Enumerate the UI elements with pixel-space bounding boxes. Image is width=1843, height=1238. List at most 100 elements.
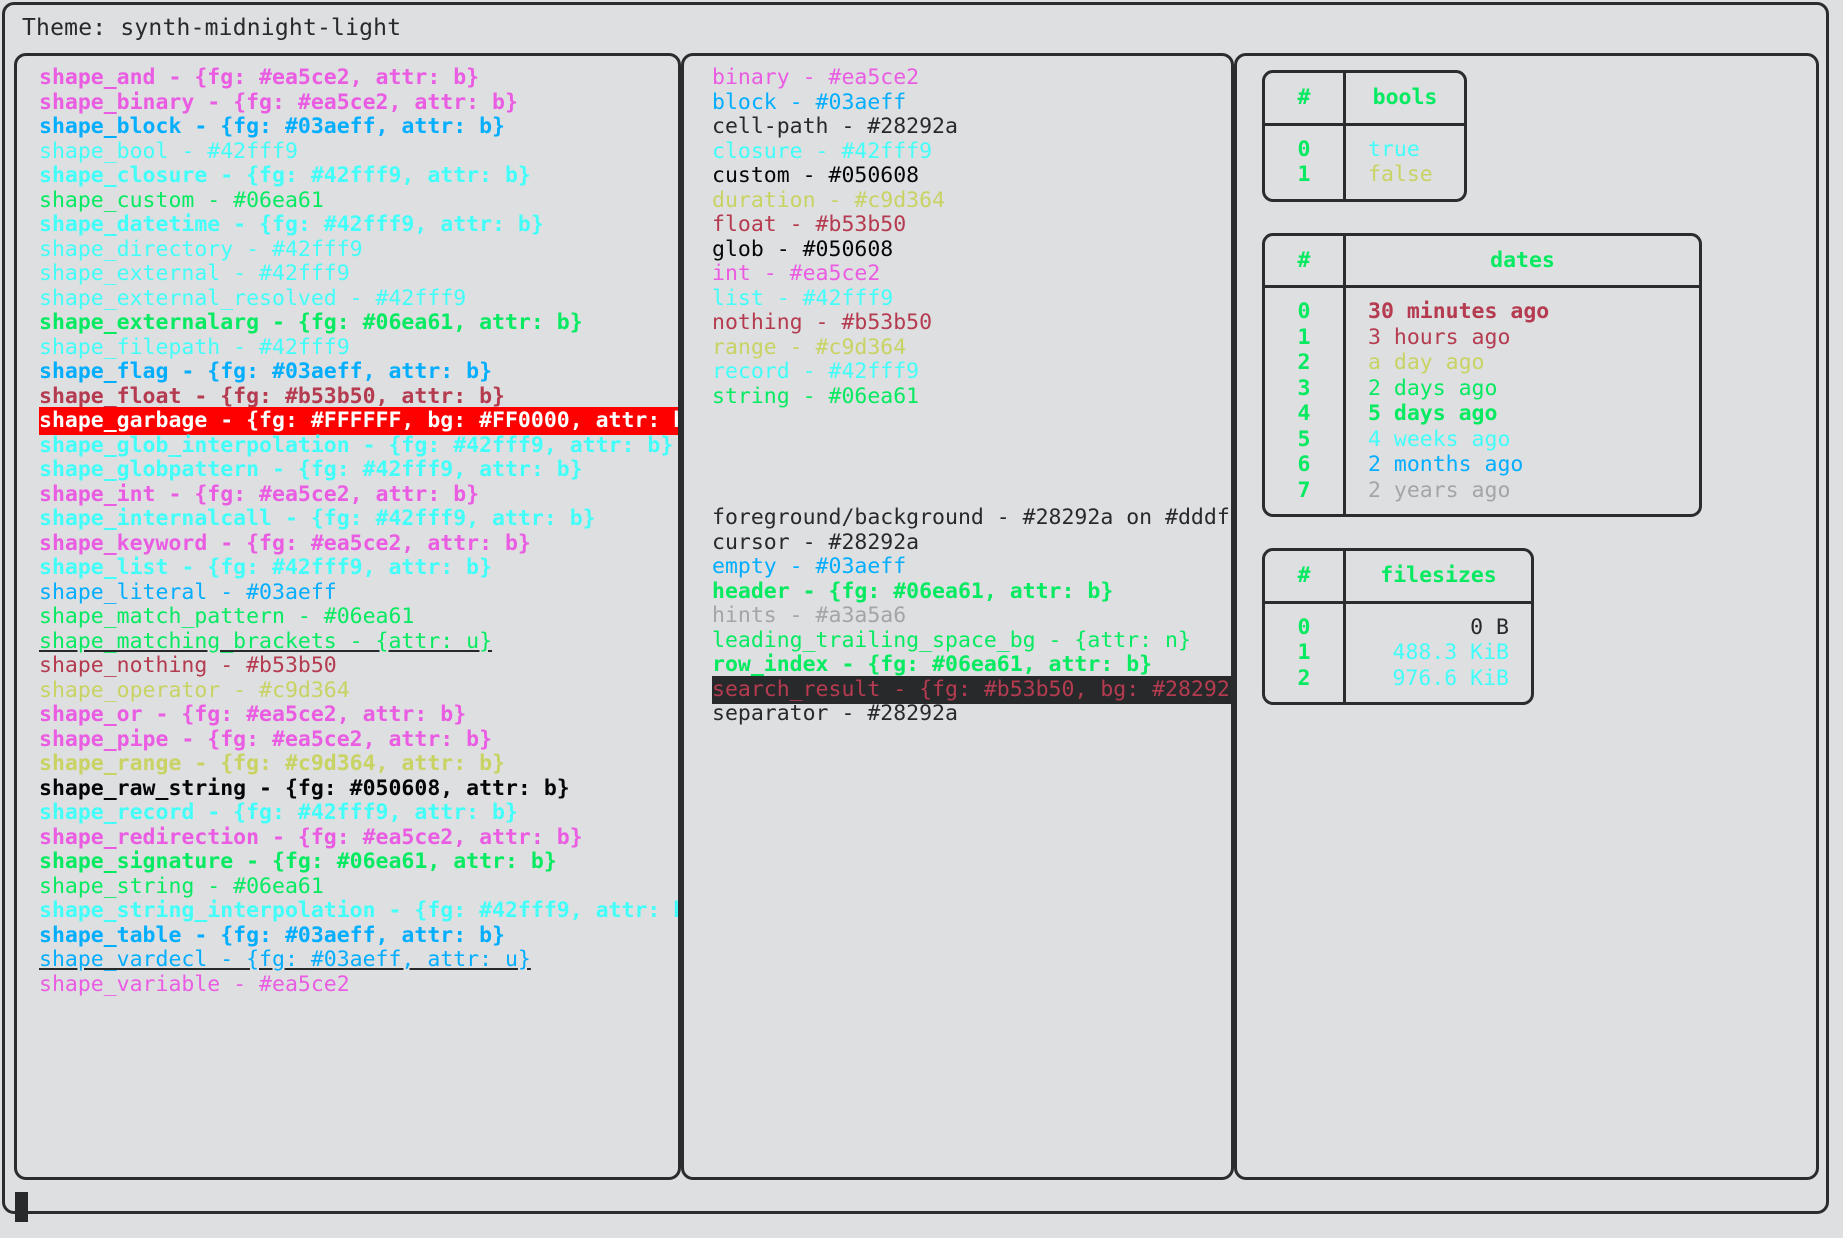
table-row: 1 488.3 KiB — [1265, 640, 1531, 666]
theme-entry: int - #ea5ce2 — [712, 261, 1231, 287]
table-row: 4 5 days ago — [1265, 401, 1699, 427]
sample-table-bools: # bools 0 true 1 false — [1262, 70, 1467, 202]
theme-entry: shape_or - {fg: #ea5ce2, attr: b} — [39, 702, 678, 728]
theme-entry-text: separator - #28292a — [712, 701, 958, 726]
theme-entry: shape_float - {fg: #b53b50, attr: b} — [39, 384, 678, 410]
samples-pane: # bools 0 true 1 false # dates 0 30 minutes ago 1 3… — [1234, 53, 1819, 1180]
theme-entry: shape_range - {fg: #c9d364, attr: b} — [39, 751, 678, 777]
theme-entry-text: shape_string_interpolation - {fg: #42fff… — [39, 898, 681, 923]
table-row: 3 2 days ago — [1265, 375, 1699, 401]
theme-entry: custom - #050608 — [712, 163, 1231, 189]
cell-value: 5 days ago — [1368, 401, 1498, 426]
theme-entry: leading_trailing_space_bg - {attr: n} — [712, 628, 1231, 654]
theme-entry: block - #03aeff — [712, 90, 1231, 116]
cell-value: 488.3 KiB — [1392, 640, 1510, 665]
table-row: 6 2 months ago — [1265, 452, 1699, 478]
theme-entry: shape_int - {fg: #ea5ce2, attr: b} — [39, 482, 678, 508]
cell-value: 4 weeks ago — [1368, 426, 1511, 452]
theme-entry: shape_matching_brackets - {attr: u} — [39, 629, 678, 655]
theme-entry-text: shape_vardecl - {fg: #03aeff, attr: u} — [39, 947, 531, 972]
theme-entry-text: foreground/background - #28292a on #dddf… — [712, 505, 1234, 530]
cell-value: 30 minutes ago — [1368, 299, 1550, 324]
theme-entry: cursor - #28292a — [712, 530, 1231, 556]
cell-index: 5 — [1265, 426, 1346, 452]
page-title: Theme: synth-midnight-light — [22, 15, 402, 41]
terminal-window: Theme: synth-midnight-light shape_and - … — [0, 0, 1843, 1238]
cell-value: 3 hours ago — [1368, 324, 1511, 350]
table-row: 1 3 hours ago — [1265, 324, 1699, 350]
cell-index: 2 — [1265, 665, 1346, 702]
theme-entry: shape_external_resolved - #42fff9 — [39, 286, 678, 312]
cell-value: a day ago — [1368, 350, 1485, 375]
sample-tables: # bools 0 true 1 false # dates 0 30 minutes ago 1 3… — [1262, 70, 1802, 736]
theme-entry-text: shape_globpattern - {fg: #42fff9, attr: … — [39, 457, 583, 482]
theme-entry: shape_keyword - {fg: #ea5ce2, attr: b} — [39, 531, 678, 557]
theme-entry: range - #c9d364 — [712, 335, 1231, 361]
theme-entry: shape_directory - #42fff9 — [39, 237, 678, 263]
theme-entry: shape_record - {fg: #42fff9, attr: b} — [39, 800, 678, 826]
table-row: 0 0 B — [1265, 603, 1531, 640]
theme-entry-text: row_index - {fg: #06ea61, attr: b} — [712, 652, 1153, 677]
theme-entry: row_index - {fg: #06ea61, attr: b} — [712, 652, 1231, 678]
theme-entry-text: shape_datetime - {fg: #42fff9, attr: b} — [39, 212, 544, 237]
theme-entry: float - #b53b50 — [712, 212, 1231, 238]
terminal-cursor — [15, 1192, 28, 1222]
theme-entry: header - {fg: #06ea61, attr: b} — [712, 579, 1231, 605]
types-group-ui: foreground/background - #28292a on #dddf… — [712, 505, 1234, 727]
theme-entry: shape_closure - {fg: #42fff9, attr: b} — [39, 163, 678, 189]
theme-entry: shape_table - {fg: #03aeff, attr: b} — [39, 923, 678, 949]
theme-entry-text: shape_match_pattern - #06ea61 — [39, 604, 415, 629]
cell-value: 2 months ago — [1368, 452, 1524, 477]
theme-entry-text: empty - #03aeff — [712, 554, 907, 579]
cell-value: true — [1368, 136, 1420, 162]
theme-entry: shape_pipe - {fg: #ea5ce2, attr: b} — [39, 727, 678, 753]
column-header-index: # — [1265, 73, 1346, 126]
cell-value: 2 days ago — [1368, 375, 1498, 401]
theme-entry-text: cell-path - #28292a — [712, 114, 958, 139]
theme-entry: duration - #c9d364 — [712, 188, 1231, 214]
cell-index: 1 — [1265, 162, 1346, 199]
cell-index: 0 — [1265, 288, 1346, 325]
theme-entry: shape_externalarg - {fg: #06ea61, attr: … — [39, 310, 678, 336]
table-header-row: # filesizes — [1265, 551, 1531, 604]
column-header-value: dates — [1346, 236, 1699, 288]
theme-entry: shape_block - {fg: #03aeff, attr: b} — [39, 114, 678, 140]
theme-entry: shape_variable - #ea5ce2 — [39, 972, 678, 998]
column-header-value: bools — [1346, 73, 1464, 126]
theme-entry-text: shape_nothing - #b53b50 — [39, 653, 337, 678]
table-row: 2 a day ago — [1265, 350, 1699, 376]
theme-entry: shape_glob_interpolation - {fg: #42fff9,… — [39, 433, 678, 459]
theme-entry-text: shape_external - #42fff9 — [39, 261, 350, 286]
cell-index: 7 — [1265, 477, 1346, 514]
cell-value: false — [1368, 162, 1433, 187]
cell-value: 2 years ago — [1368, 477, 1511, 503]
theme-entry: foreground/background - #28292a on #dddf… — [712, 505, 1234, 531]
table-header-row: # bools — [1265, 73, 1464, 126]
theme-entry: record - #42fff9 — [712, 359, 1231, 385]
theme-entry: shape_internalcall - {fg: #42fff9, attr:… — [39, 506, 678, 532]
theme-entry: shape_string - #06ea61 — [39, 874, 678, 900]
theme-entry: shape_signature - {fg: #06ea61, attr: b} — [39, 849, 678, 875]
theme-entry: list - #42fff9 — [712, 286, 1231, 312]
theme-entry: shape_external - #42fff9 — [39, 261, 678, 287]
theme-entry: shape_filepath - #42fff9 — [39, 335, 678, 361]
sample-table-dates: # dates 0 30 minutes ago 1 3 hours ago 2 a day … — [1262, 232, 1702, 517]
theme-entry: shape_string_interpolation - {fg: #42fff… — [39, 898, 681, 924]
cell-index: 0 — [1265, 603, 1346, 640]
cell-index: 2 — [1265, 350, 1346, 376]
table-header-row: # dates — [1265, 235, 1699, 288]
cell-value: 976.6 KiB — [1392, 665, 1510, 691]
panes-container: shape_and - {fg: #ea5ce2, attr: b} shape_… — [14, 53, 1819, 1180]
cell-index: 0 — [1265, 125, 1346, 162]
theme-entry: shape_globpattern - {fg: #42fff9, attr: … — [39, 457, 678, 483]
theme-entry: string - #06ea61 — [712, 384, 1231, 410]
theme-entry: binary - #ea5ce2 — [712, 65, 1231, 91]
theme-entry: hints - #a3a5a6 — [712, 603, 1231, 629]
sample-table-filesizes: # filesizes 0 0 B 1 488.3 KiB 2 976.6 KiB — [1262, 548, 1534, 705]
theme-entry-text: shape_flag - {fg: #03aeff, attr: b} — [39, 359, 493, 384]
theme-entry-text: custom - #050608 — [712, 163, 920, 188]
cell-index: 4 — [1265, 401, 1346, 427]
theme-entry: shape_list - {fg: #42fff9, attr: b} — [39, 555, 678, 581]
theme-entry: closure - #42fff9 — [712, 139, 1231, 165]
theme-entry: shape_match_pattern - #06ea61 — [39, 604, 678, 630]
